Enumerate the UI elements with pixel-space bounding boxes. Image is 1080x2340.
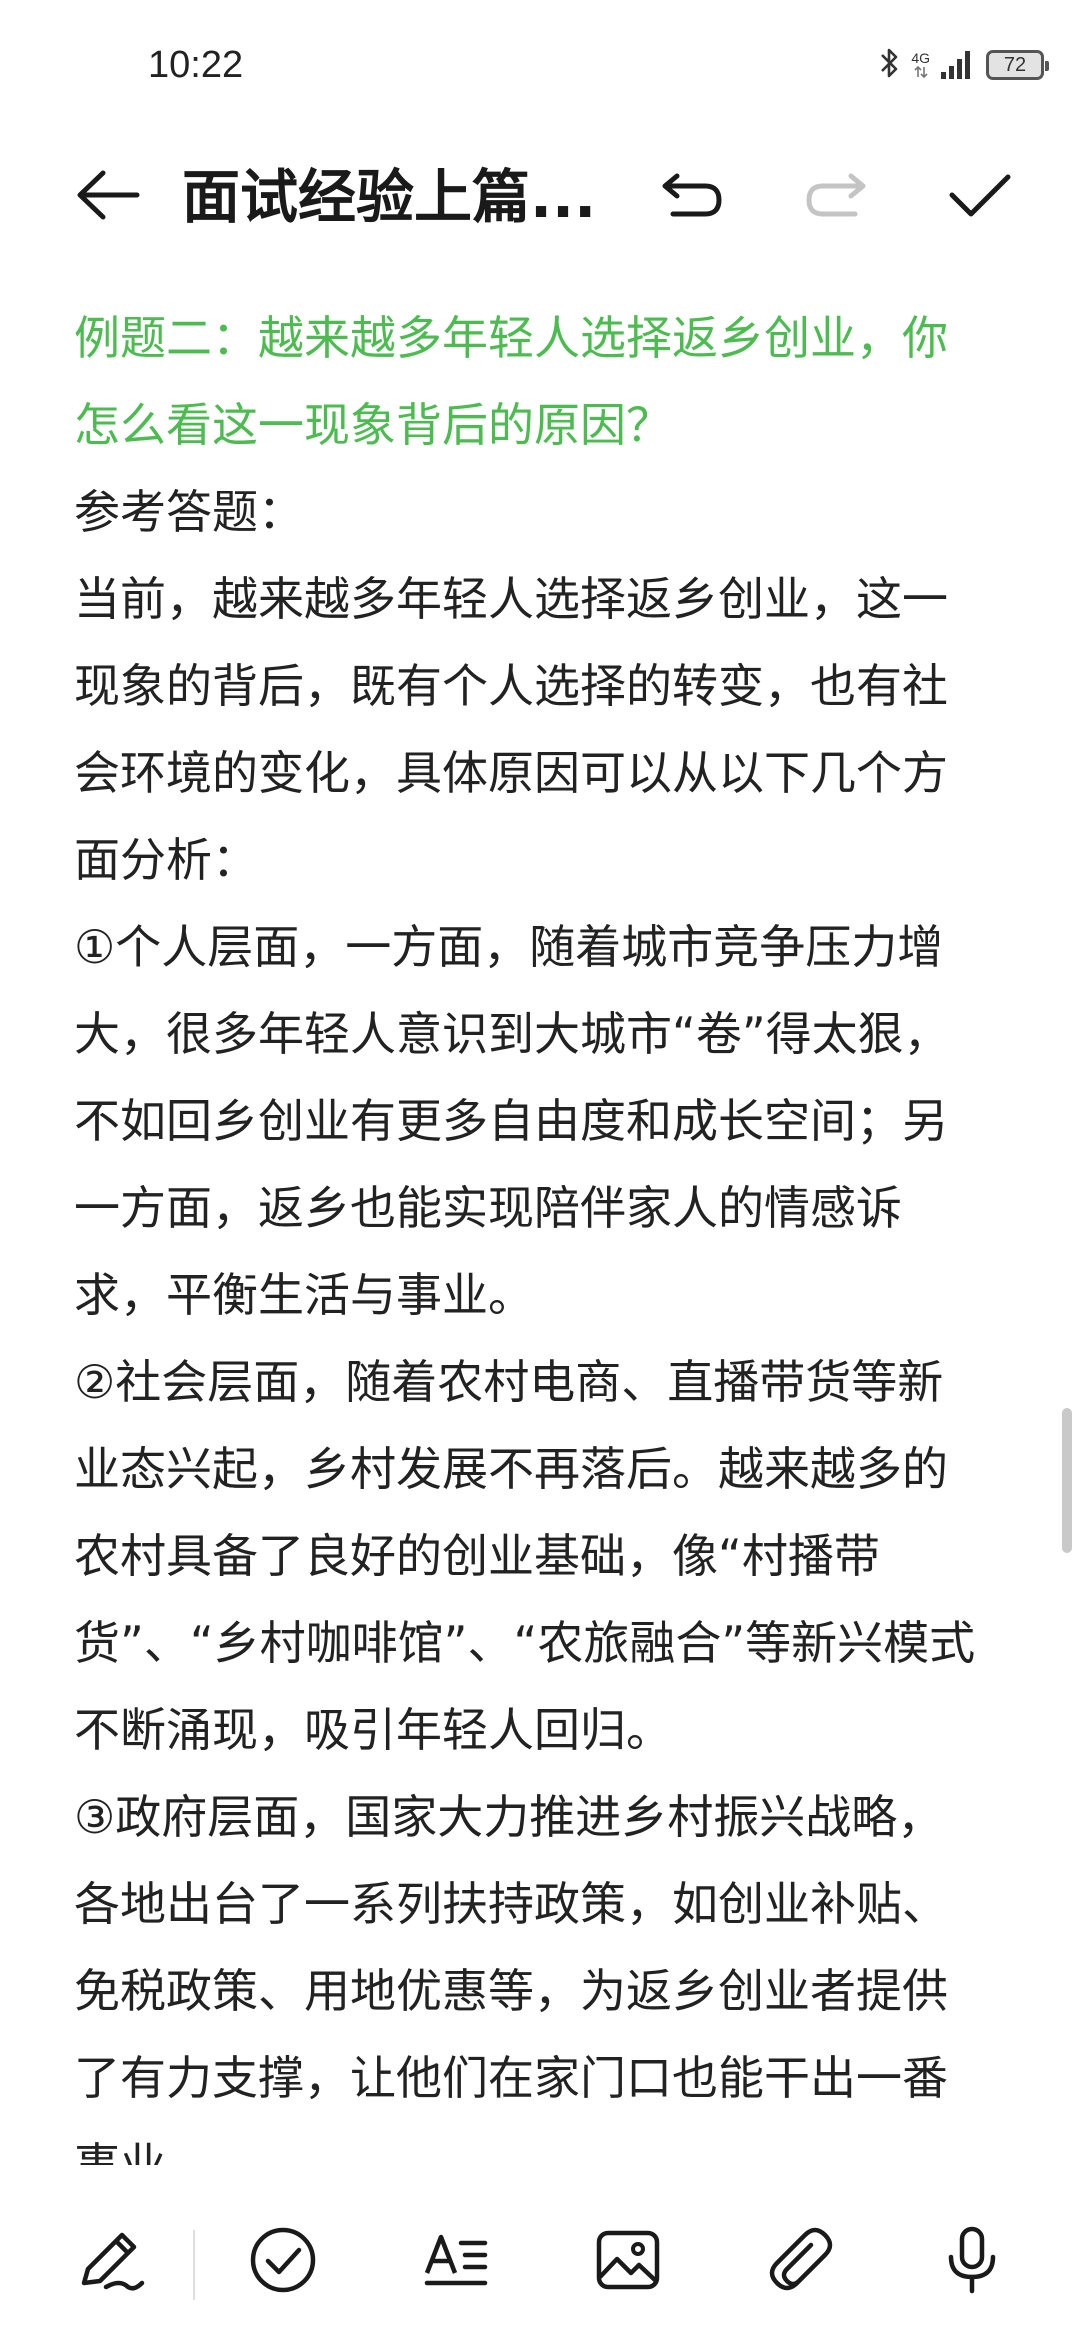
- text-line: ②社会层面，随着农村电商、直播带货等新: [74, 1355, 944, 1409]
- text-line: 不断涌现，吸引年轻人回归。: [74, 1703, 672, 1757]
- checkbox-icon: [250, 2227, 316, 2293]
- battery-icon: 72: [986, 50, 1049, 80]
- text-line: 现象的背后，既有个人选择的转变，也有社: [74, 659, 948, 713]
- back-button[interactable]: [68, 155, 148, 235]
- text-line: 面分析：: [74, 833, 258, 887]
- data-arrows-icon: [914, 65, 928, 79]
- text-line: 了有力支撑，让他们在家门口也能干出一番: [74, 2051, 948, 2105]
- save-button[interactable]: [940, 155, 1020, 235]
- text-line: 货”、“乡村咖啡馆”、“农旅融合”等新兴模式: [74, 1616, 976, 1670]
- insert-image-button[interactable]: [583, 2215, 673, 2305]
- text-line: 求，平衡生活与事业。: [74, 1268, 534, 1322]
- answer-heading: 参考答题：: [74, 485, 304, 539]
- text-line: 事业。: [74, 2138, 212, 2165]
- scrollbar[interactable]: [1062, 1408, 1072, 1553]
- redo-button[interactable]: [796, 155, 876, 235]
- text-line: 大，很多年轻人意识到大城市“卷”得太狠，: [74, 1007, 950, 1061]
- text-line: 当前，越来越多年轻人选择返乡创业，这一: [74, 572, 948, 626]
- text-line: 不如回乡创业有更多自由度和成长空间；另: [74, 1094, 948, 1148]
- document-title[interactable]: 面试经验上篇...: [182, 162, 612, 232]
- text-line: 各地出台了一系列扶持政策，如创业补贴、: [74, 1877, 948, 1931]
- text-line: ③政府层面，国家大力推进乡村振兴战略，: [74, 1790, 944, 1844]
- text-line: 农村具备了良好的创业基础，像“村播带: [74, 1529, 880, 1583]
- check-icon: [949, 174, 1011, 217]
- signal-icon: [940, 46, 976, 84]
- text-line: 业态兴起，乡村发展不再落后。越来越多的: [74, 1442, 948, 1496]
- text-line: 会环境的变化，具体原因可以从以下几个方: [74, 746, 948, 800]
- image-icon: [596, 2230, 660, 2290]
- checklist-button[interactable]: [238, 2215, 328, 2305]
- question-line: 例题二：越来越多年轻人选择返乡创业，你: [74, 311, 948, 365]
- status-time: 10:22: [148, 44, 244, 86]
- editor-toolbar: 面试经验上篇...: [0, 140, 1080, 250]
- handwriting-button[interactable]: [66, 2215, 156, 2305]
- undo-icon: [662, 173, 722, 217]
- network-indicator: 4G: [911, 51, 930, 79]
- status-bar: 10:22 4G 72: [0, 0, 1080, 120]
- network-type: 4G: [911, 50, 930, 66]
- text-line: 免税政策、用地优惠等，为返乡创业者提供: [74, 1964, 948, 2018]
- arrow-left-icon: [77, 170, 140, 220]
- voice-input-button[interactable]: [927, 2215, 1017, 2305]
- text-format-button[interactable]: [411, 2215, 501, 2305]
- microphone-icon: [948, 2226, 996, 2294]
- attachment-button[interactable]: [755, 2215, 845, 2305]
- redo-icon: [806, 173, 866, 217]
- text-line: ①个人层面，一方面，随着城市竞争压力增: [74, 920, 944, 974]
- toolbar-divider: [193, 2230, 195, 2300]
- bottom-toolbar: [0, 2190, 1080, 2340]
- note-body[interactable]: 例题二：越来越多年轻人选择返乡创业，你 怎么看这一现象背后的原因？ 参考答题： …: [74, 295, 1024, 2165]
- attachment-icon: [769, 2227, 833, 2291]
- status-icons: 4G 72: [879, 46, 1049, 84]
- question-line: 怎么看这一现象背后的原因？: [74, 398, 672, 452]
- text-format-icon: [424, 2234, 488, 2286]
- text-line: 一方面，返乡也能实现陪伴家人的情感诉: [74, 1181, 902, 1235]
- undo-button[interactable]: [652, 155, 732, 235]
- bluetooth-icon: [879, 46, 901, 84]
- pen-icon: [81, 2232, 145, 2291]
